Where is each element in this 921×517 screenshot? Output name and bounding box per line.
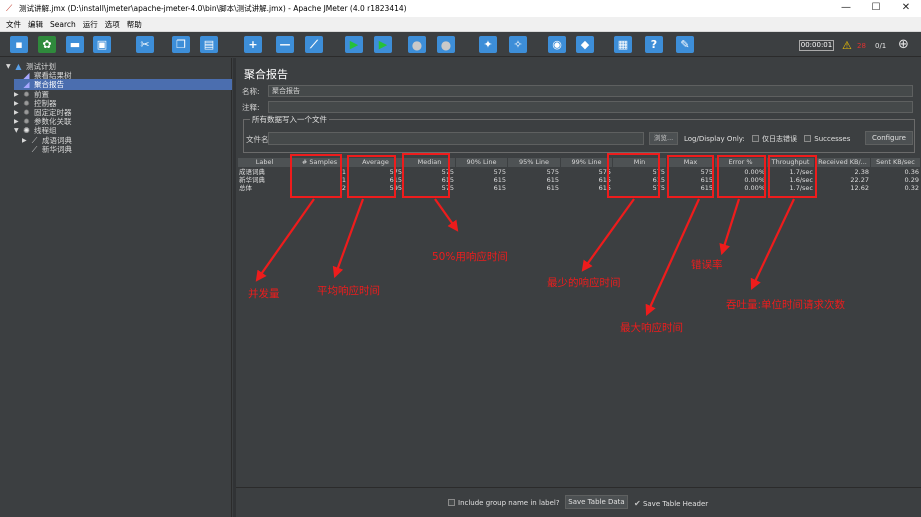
cut-icon[interactable]: ✂ [136, 36, 154, 53]
include-group-checkbox[interactable] [448, 499, 455, 506]
copy-icon[interactable]: ❐ [172, 36, 190, 53]
elapsed-timer: 00:00:01 [799, 40, 834, 51]
samples-arrow [255, 198, 315, 282]
tree-node[interactable]: ⟋ 新华词典 [22, 144, 72, 155]
maximize-button[interactable]: ☐ [861, 0, 891, 17]
window-controls: — ☐ ✕ [831, 0, 921, 17]
include-group-row: Include group name in label? [443, 499, 560, 507]
clear-all-icon[interactable]: ✧ [509, 36, 527, 53]
menu-help[interactable]: 帮助 [127, 19, 142, 30]
search-icon[interactable]: ◉ [548, 36, 566, 53]
error-arrow [719, 198, 741, 256]
clear-icon[interactable]: ✦ [479, 36, 497, 53]
stop-icon[interactable]: ● [408, 36, 426, 53]
median-annotation: 50%用响应时间 [432, 251, 508, 263]
globe-icon[interactable]: ⊕ [898, 37, 909, 52]
close-button[interactable]: ✕ [891, 0, 921, 17]
error-annotation: 错误率 [691, 259, 723, 271]
average-arrow [332, 198, 365, 279]
save-header-row: ✔ Save Table Header [634, 499, 708, 508]
save-header-checkbox[interactable]: ✔ [634, 499, 641, 508]
title-bar: ⟋ 测试讲解.jmx (D:\install\jmeter\apache-jme… [0, 0, 921, 17]
menu-edit[interactable]: 编辑 [28, 19, 43, 30]
shutdown-icon[interactable]: ● [437, 36, 455, 53]
active-threads: 0/1 [875, 42, 887, 50]
toolbar: ▪ ✿ ▬ ▣ ✂ ❐ ▤ + — ⟋ ▶ ▶ ● ● ✦ ✧ ◉ ◆ ▦ ? … [0, 32, 921, 57]
warning-icon[interactable]: ⚠ [842, 39, 852, 52]
jmeter-window: ⟋ 测试讲解.jmx (D:\install\jmeter\apache-jme… [0, 0, 921, 517]
min-annotation: 最少的响应时间 [547, 277, 621, 289]
throughput-annotation: 吞吐量:单位时间请求次数 [726, 299, 846, 311]
average-annotation: 平均响应时间 [317, 285, 380, 297]
save-icon[interactable]: ▣ [93, 36, 111, 53]
remote-icon[interactable]: ✎ [676, 36, 694, 53]
start-icon[interactable]: ▶ [345, 36, 363, 53]
expand-icon[interactable]: + [244, 36, 262, 53]
table-actions-bar: Include group name in label? Save Table … [236, 487, 921, 517]
collapse-icon[interactable]: — [276, 36, 294, 53]
templates-icon[interactable]: ✿ [38, 36, 56, 53]
median-arrow [434, 198, 459, 232]
menu-search[interactable]: Search [50, 20, 76, 29]
aggregate-report-panel: 聚合报告 名称: 聚合报告 注释: 所有数据写入一个文件 文件名 浏览... L… [236, 58, 921, 517]
tree-node-label: 新华词典 [42, 144, 72, 154]
throughput-arrow [750, 198, 795, 290]
include-group-label: Include group name in label? [458, 499, 560, 507]
max-annotation: 最大响应时间 [620, 322, 683, 334]
save-header-label: Save Table Header [642, 500, 709, 508]
tree-expander-icon[interactable]: ▼ [14, 125, 21, 136]
save-table-data-button[interactable]: Save Table Data [565, 495, 628, 509]
samples-annotation: 并发量 [248, 288, 280, 300]
warning-count: 28 [857, 42, 866, 50]
paste-icon[interactable]: ▤ [200, 36, 218, 53]
test-plan-tree: ▼ ▲ 测试计划 ◢ 察看结果树 ◢ 聚合报告 ▶ ✹ 前置 ▶ ✹ 控制器 ▶ ✹ 固定定时器 ▶ ✹ 参数化关联… [0, 58, 232, 517]
reset-search-icon[interactable]: ◆ [576, 36, 594, 53]
toggle-icon[interactable]: ⟋ [305, 36, 323, 53]
jmeter-feather-icon: ⟋ [6, 3, 13, 14]
min-arrow [581, 198, 635, 272]
minimize-button[interactable]: — [831, 0, 861, 17]
menu-options[interactable]: 选项 [105, 19, 120, 30]
menu-run[interactable]: 运行 [83, 19, 98, 30]
function-helper-icon[interactable]: ▦ [614, 36, 632, 53]
new-icon[interactable]: ▪ [10, 36, 28, 53]
open-icon[interactable]: ▬ [66, 36, 84, 53]
help-icon[interactable]: ? [645, 36, 663, 53]
sampler-icon: ⟋ [31, 144, 38, 154]
menu-bar: 文件 编辑 Search 运行 选项 帮助 [0, 17, 921, 32]
tree-expander-icon[interactable]: ▼ [6, 61, 13, 72]
menu-file[interactable]: 文件 [6, 19, 21, 30]
start-no-pause-icon[interactable]: ▶ [374, 36, 392, 53]
window-title: 测试讲解.jmx (D:\install\jmeter\apache-jmete… [19, 4, 407, 13]
